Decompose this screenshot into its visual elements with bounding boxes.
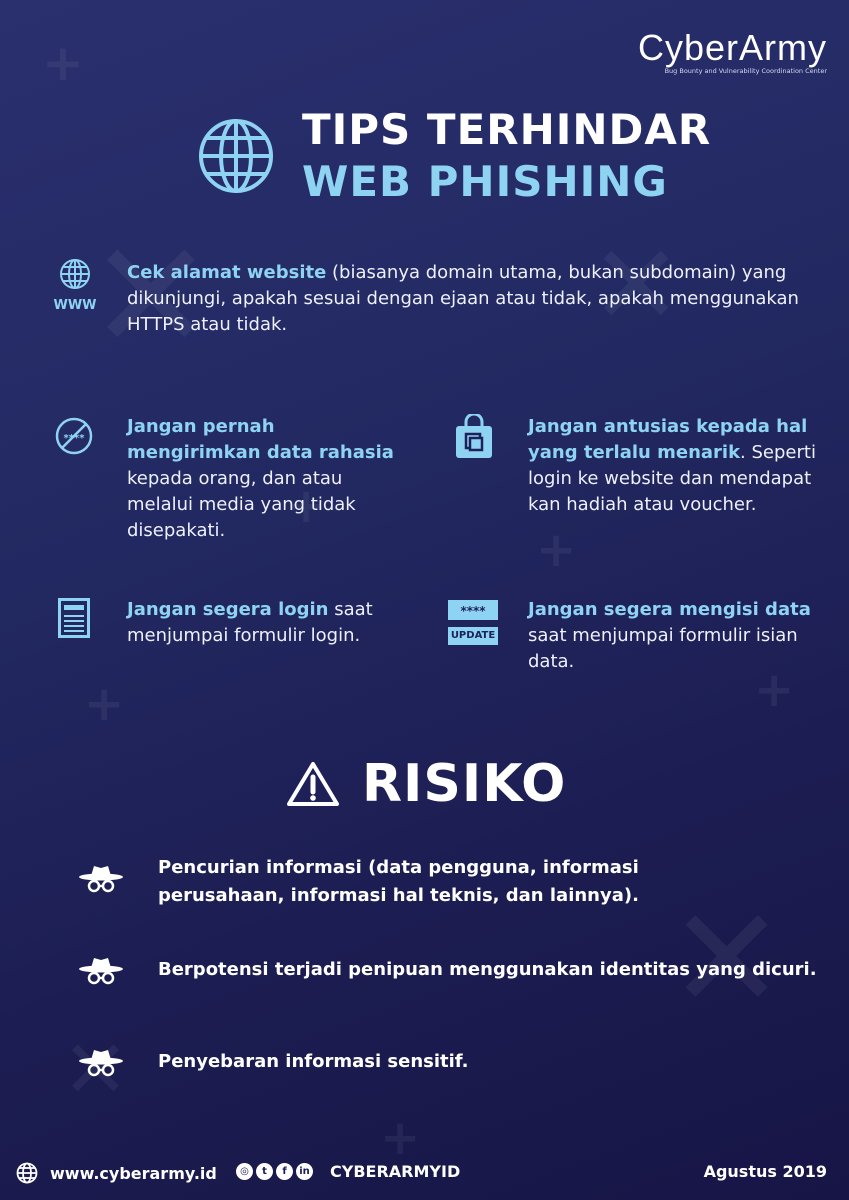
- warning-icon: [287, 762, 339, 806]
- globe-icon: [199, 119, 273, 193]
- tip-2-highlight: Jangan pernah mengirimkan data rahasia: [127, 416, 394, 463]
- twitter-icon[interactable]: t: [256, 1163, 273, 1180]
- brand-tagline: Bug Bounty and Vulnerability Coordinatio…: [664, 67, 827, 75]
- risk-item-2: Berpotensi terjadi penipuan menggunakan …: [158, 959, 817, 980]
- svg-text:****: ****: [64, 433, 86, 444]
- risk-heading: RISIKO: [286, 754, 566, 814]
- risk-title: RISIKO: [362, 754, 567, 814]
- tip-4: Jangan segera login saat menjumpai formu…: [127, 597, 407, 649]
- brand-logo: CyberArmy Bug Bounty and Vulnerability C…: [637, 27, 827, 76]
- tip-2-text: kepada orang, dan atau melalui media yan…: [127, 468, 356, 541]
- page-title: TIPS TERHINDAR WEB PHISHING: [196, 104, 711, 208]
- shopping-bag-icon: [454, 412, 494, 464]
- footer-website-text: www.cyberarmy.id: [50, 1163, 217, 1183]
- hacker-icon: [78, 864, 124, 898]
- www-globe-icon: WWW: [52, 258, 98, 313]
- password-field-icon: ****: [448, 600, 498, 620]
- decor-plus: +: [42, 34, 84, 92]
- update-form-icon: **** UPDATE: [448, 600, 498, 645]
- www-label: WWW: [53, 298, 97, 313]
- linkedin-icon[interactable]: in: [296, 1163, 313, 1180]
- no-password-icon: ****: [54, 416, 94, 460]
- login-form-icon: [58, 598, 90, 642]
- tip-5: Jangan segera mengisi data saat menjumpa…: [528, 597, 818, 675]
- footer-website[interactable]: www.cyberarmy.id: [16, 1162, 217, 1184]
- decor-plus: +: [84, 676, 125, 732]
- risk-item-3: Penyebaran informasi sensitif.: [158, 1051, 469, 1072]
- hacker-icon: [78, 956, 124, 990]
- tip-1-highlight: Cek alamat website: [127, 262, 327, 283]
- decor-plus: +: [380, 1110, 421, 1166]
- hacker-icon: [78, 1048, 124, 1082]
- instagram-icon[interactable]: ◎: [236, 1163, 253, 1180]
- footer-date: Agustus 2019: [703, 1162, 827, 1181]
- brand-name: CyberArmy: [637, 27, 827, 68]
- title-line-2: WEB PHISHING: [302, 157, 668, 206]
- decor-plus: +: [536, 522, 577, 578]
- facebook-icon[interactable]: f: [276, 1163, 293, 1180]
- globe-icon: [16, 1162, 38, 1184]
- tip-5-text: saat menjumpai formulir isian data.: [528, 625, 798, 672]
- tip-5-highlight: Jangan segera mengisi data: [528, 599, 811, 620]
- tip-2: Jangan pernah mengirimkan data rahasia k…: [127, 414, 407, 544]
- tip-4-highlight: Jangan segera login: [127, 599, 329, 620]
- tip-3: Jangan antusias kepada hal yang terlalu …: [528, 414, 818, 518]
- footer-social: ◎ t f in CYBERARMYID: [236, 1162, 460, 1181]
- tip-1: Cek alamat website (biasanya domain utam…: [127, 260, 817, 338]
- footer-handle: CYBERARMYID: [330, 1162, 461, 1181]
- risk-item-1: Pencurian informasi (data pengguna, info…: [158, 857, 639, 906]
- update-button-icon: UPDATE: [448, 627, 498, 645]
- title-line-1: TIPS TERHINDAR: [302, 105, 712, 154]
